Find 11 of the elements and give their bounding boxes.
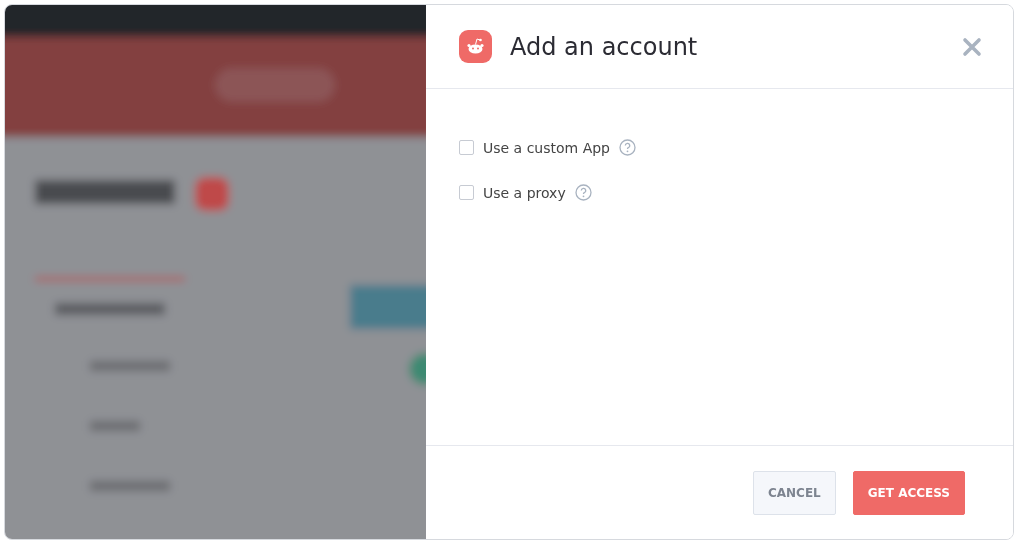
checkbox[interactable] [459, 185, 474, 200]
cancel-button[interactable]: CANCEL [752, 470, 836, 515]
checkbox[interactable] [459, 140, 474, 155]
alien-logo-icon [459, 30, 492, 63]
help-icon[interactable] [574, 184, 592, 201]
option-label: Use a custom App [483, 139, 610, 156]
dialog-title: Add an account [510, 32, 699, 61]
option-label: Use a proxy [483, 184, 566, 201]
close-icon[interactable] [961, 35, 983, 58]
help-icon[interactable] [619, 139, 636, 156]
get-access-button[interactable]: GET ACCESS [852, 470, 965, 515]
